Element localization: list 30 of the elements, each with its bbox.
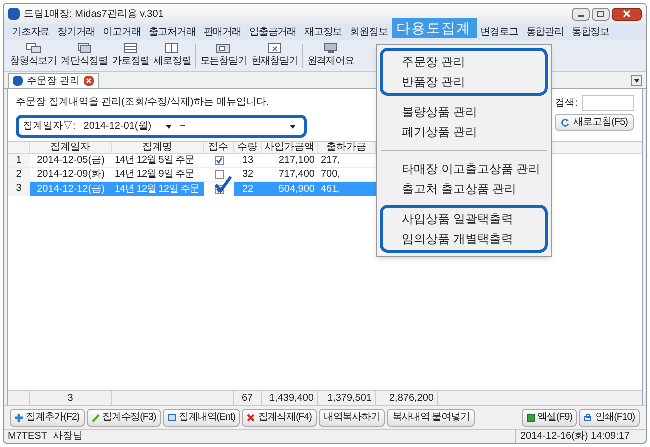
total-cell: 1,379,501 [318, 391, 376, 405]
table-cell-text: 2014-12-09(화) [36, 168, 106, 182]
table-cell-text: 32 [241, 168, 255, 182]
table-cell-text: 461, [320, 182, 342, 196]
table-cell-text: 700, [320, 168, 342, 182]
table-cell-text: 14년 12월 5일 주문 [114, 154, 196, 168]
table-cell-text: 217, [320, 154, 342, 168]
range-separator: ~ [180, 120, 186, 134]
total-cell: 67 [234, 391, 262, 405]
row-number: 3 [8, 182, 30, 196]
table-cell-text: 504,900 [278, 182, 316, 196]
description-text: 주문장 집계내역을 관리(조회/수정/삭제)하는 메뉴입니다. [16, 96, 270, 110]
table-cell-text: 22 [241, 182, 255, 196]
table-cell-text: 14년 12월 9일 주문 [114, 168, 196, 182]
table-cell-text: 14년 12월 12일 주문 [114, 182, 201, 196]
date-time-status: 2014-12-16(화) 14:09:17 [515, 429, 642, 443]
filter-label: 집계일자▽: [23, 120, 76, 134]
window-title: 드림1매장: Midas7관리용 v.301 [24, 8, 164, 22]
table-cell-text: 2014-12-05(금) [36, 154, 106, 168]
row-number: 2 [8, 168, 30, 181]
table-cell-text: 13 [241, 154, 255, 168]
row-number: 1 [8, 154, 30, 167]
total-cell: 2,876,200 [376, 391, 438, 405]
total-cell: 3 [30, 391, 112, 405]
table-cell-text: 2014-12-12(금) [36, 182, 106, 196]
user-status: M7TEST 사장님 [8, 430, 83, 443]
table-cell-text: 717,400 [278, 168, 316, 182]
search-label: 검색: [555, 96, 578, 110]
table-cell-text: 217,100 [278, 154, 316, 168]
total-cell: 1,439,400 [262, 391, 318, 405]
